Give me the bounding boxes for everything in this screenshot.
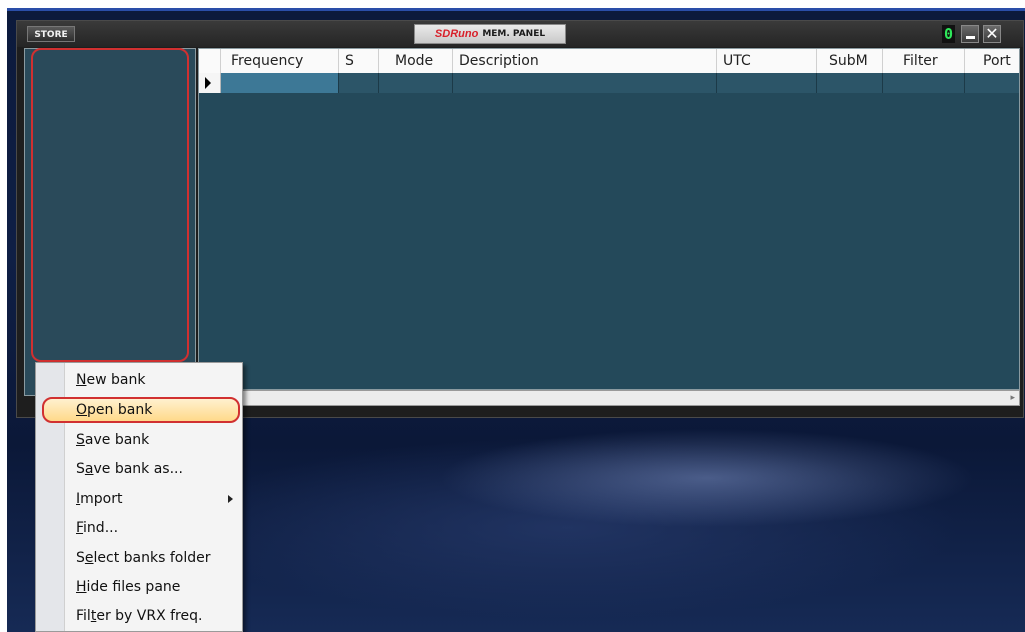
column-header-port[interactable]: Port [965, 49, 1019, 73]
table-cell-utc[interactable] [717, 73, 817, 93]
submenu-arrow-icon [228, 495, 233, 503]
menu-item-select-banks-folder[interactable]: Select banks folder [76, 545, 236, 571]
header-corner [199, 49, 221, 73]
minimize-icon[interactable] [961, 25, 979, 43]
table-cell-s[interactable] [339, 73, 379, 93]
scroll-right-icon[interactable]: ▸ [1010, 393, 1015, 403]
close-icon[interactable]: ✕ [983, 25, 1001, 43]
menu-item-new-bank[interactable]: New bank [76, 367, 236, 393]
column-header-frequency[interactable]: Frequency [221, 49, 339, 73]
files-pane-highlight [31, 48, 189, 362]
horizontal-scrollbar[interactable]: ▸ [198, 390, 1020, 406]
menu-item-filter-by-vrx-freq[interactable]: Filter by VRX freq. [76, 603, 236, 629]
panel-title: MEM. PANEL [482, 29, 546, 39]
column-header-filter[interactable]: Filter [883, 49, 965, 73]
memory-grid[interactable]: Frequency S Mode Description UTC SubM Fi… [198, 48, 1020, 390]
menu-item-save-bank-as[interactable]: Save bank as... [76, 456, 236, 482]
menu-item-open-bank[interactable]: Open bank [76, 397, 236, 423]
table-cell-port[interactable] [965, 73, 1019, 93]
row-indicator[interactable] [199, 73, 221, 93]
table-cell-subm[interactable] [817, 73, 883, 93]
panel-number-display: 0 [942, 25, 955, 43]
column-header-description[interactable]: Description [453, 49, 717, 73]
table-cell-frequency[interactable] [221, 73, 339, 93]
context-menu: New bank Open bank Save bank Save bank a… [35, 362, 243, 632]
current-row-arrow-icon [205, 77, 211, 89]
menu-item-save-bank[interactable]: Save bank [76, 427, 236, 453]
menu-item-find[interactable]: Find... [76, 515, 236, 541]
table-cell-filter[interactable] [883, 73, 965, 93]
title-bar[interactable]: STORE SDRuno MEM. PANEL 0 ✕ [17, 21, 1023, 47]
menu-item-hide-files-pane[interactable]: Hide files pane [76, 574, 236, 600]
column-header-utc[interactable]: UTC [717, 49, 817, 73]
column-header-mode[interactable]: Mode [379, 49, 453, 73]
column-header-s[interactable]: S [339, 49, 379, 73]
table-cell-description[interactable] [453, 73, 717, 93]
window-title: SDRuno MEM. PANEL [414, 24, 566, 44]
table-cell-mode[interactable] [379, 73, 453, 93]
menu-item-import[interactable]: Import [76, 486, 236, 512]
column-header-subm[interactable]: SubM [817, 49, 883, 73]
store-button[interactable]: STORE [27, 26, 75, 42]
brand-logo: SDRuno [434, 28, 479, 40]
grid-header: Frequency S Mode Description UTC SubM Fi… [199, 49, 1019, 74]
desktop-top-border [7, 8, 1025, 11]
